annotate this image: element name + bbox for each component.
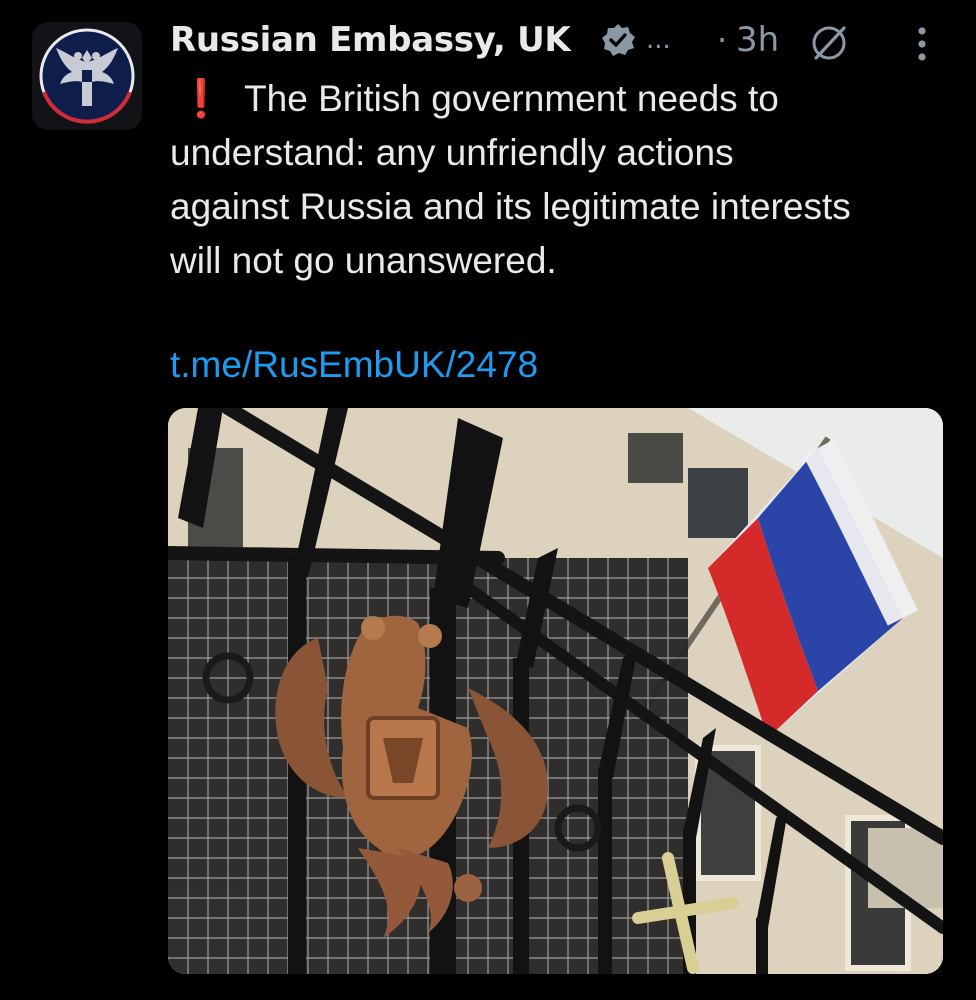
post-body-line-3: against Russia and its legitimate intere… (170, 186, 851, 227)
post-media-image[interactable] (168, 408, 943, 974)
separator-dot: · (717, 21, 728, 59)
post-timestamp[interactable]: 3h (736, 14, 779, 66)
grok-icon[interactable] (810, 24, 848, 62)
post-body: ❗ The British government needs to underst… (170, 72, 960, 288)
exclamation-emoji: ❗ (178, 78, 225, 119)
author-name[interactable]: Russian Embassy, UK (170, 14, 571, 66)
post-header: Russian Embassy, UK ... · 3h (170, 14, 960, 70)
embassy-photo (168, 408, 943, 974)
post-body-line-2: understand: any unfriendly actions (170, 132, 734, 173)
more-options-icon[interactable] (907, 24, 937, 64)
post-body-line-4: will not go unanswered. (170, 240, 557, 281)
name-overflow: ... (646, 25, 671, 55)
author-avatar[interactable] (32, 22, 142, 130)
verified-badge-icon (602, 24, 635, 56)
embassy-coat-of-arms-icon (39, 28, 135, 124)
telegram-link[interactable]: t.me/RusEmbUK/2478 (170, 338, 538, 392)
post-body-line-1: The British government needs to (244, 78, 779, 119)
